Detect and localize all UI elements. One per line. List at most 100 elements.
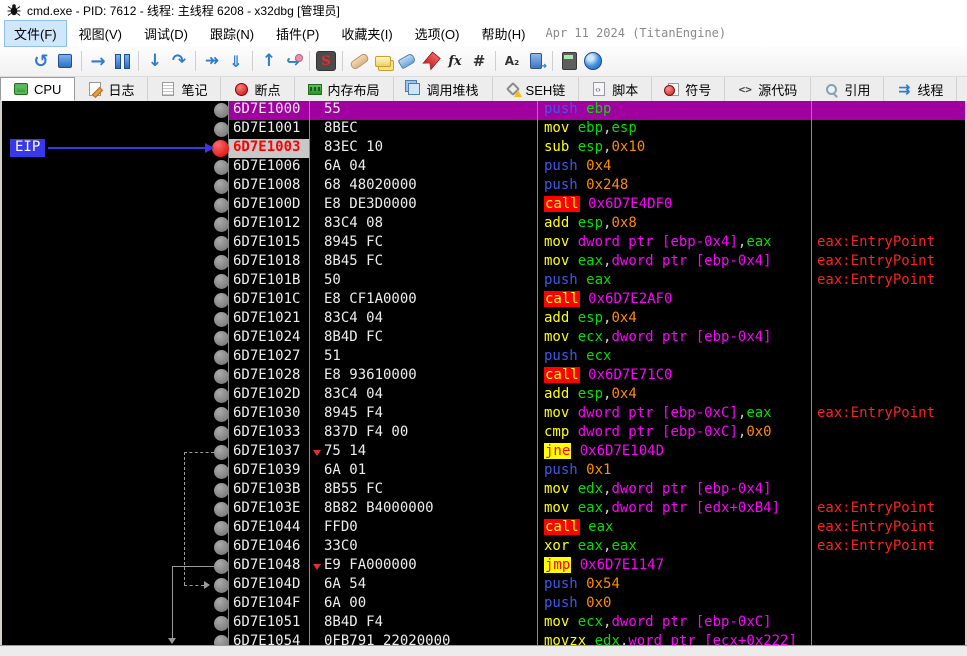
address-cell[interactable]: 6D7E1018 xyxy=(228,253,310,272)
comment-cell[interactable]: eax:EntryPoint xyxy=(812,519,965,538)
bytes-cell[interactable]: 83C4 04 xyxy=(310,310,538,329)
breakpoint-dot[interactable] xyxy=(214,369,229,384)
breakpoint-dot[interactable] xyxy=(214,217,229,232)
tab-seh[interactable]: SEH链 xyxy=(493,77,580,101)
breakpoint-dot[interactable] xyxy=(214,179,229,194)
address-cell[interactable]: 6D7E1006 xyxy=(228,158,310,177)
comment-cell[interactable]: eax:EntryPoint xyxy=(812,538,965,557)
breakpoint-dot[interactable] xyxy=(214,616,229,631)
calculator-button[interactable] xyxy=(557,49,581,73)
tab-breakpoints[interactable]: 断点 xyxy=(221,77,294,101)
comment-cell[interactable] xyxy=(812,139,965,158)
instruction-cell[interactable]: add esp,0x4 xyxy=(538,386,812,405)
bytes-cell[interactable]: 8945 F4 xyxy=(310,405,538,424)
disasm-row[interactable]: 6D7E102751push ecx xyxy=(2,348,965,367)
instruction-cell[interactable]: add esp,0x4 xyxy=(538,310,812,329)
breakpoint-dot[interactable] xyxy=(214,274,229,289)
address-cell[interactable]: 6D7E1008 xyxy=(228,177,310,196)
comment-cell[interactable] xyxy=(812,386,965,405)
comment-cell[interactable] xyxy=(812,310,965,329)
instruction-cell[interactable]: mov eax,dword ptr [ebp-0x4] xyxy=(538,253,812,272)
disasm-row[interactable]: 6D7E102183C4 04add esp,0x4 xyxy=(2,310,965,329)
breakpoint-dot[interactable] xyxy=(214,635,229,645)
comment-cell[interactable] xyxy=(812,120,965,139)
breakpoint-dot[interactable] xyxy=(214,198,229,213)
address-cell[interactable]: 6D7E1039 xyxy=(228,462,310,481)
breakpoint-dot[interactable] xyxy=(214,540,229,555)
instruction-cell[interactable]: mov eax,dword ptr [edx+0xB4] xyxy=(538,500,812,519)
bytes-cell[interactable]: 51 xyxy=(310,348,538,367)
breakpoint-dot[interactable] xyxy=(214,103,229,118)
bytes-cell[interactable]: E9 FA000000 xyxy=(310,557,538,576)
address-cell[interactable]: 6D7E104F xyxy=(228,595,310,614)
calculator-popup-button[interactable] xyxy=(524,49,548,73)
bytes-cell[interactable]: 8945 FC xyxy=(310,234,538,253)
breakpoint-dot[interactable] xyxy=(214,312,229,327)
bytes-cell[interactable]: 8B4D F4 xyxy=(310,614,538,633)
breakpoint-dot[interactable] xyxy=(214,236,229,251)
tab-cpu[interactable]: CPU xyxy=(0,77,75,101)
disasm-row[interactable]: 6D7E100383EC 10sub esp,0x10 xyxy=(2,139,965,158)
instruction-cell[interactable]: push eax xyxy=(538,272,812,291)
breakpoint-dot[interactable] xyxy=(214,597,229,612)
disasm-row[interactable]: 6D7E1044FFD0call eaxeax:EntryPoint xyxy=(2,519,965,538)
comment-cell[interactable] xyxy=(812,424,965,443)
breakpoint-dot[interactable] xyxy=(214,255,229,270)
breakpoint-dot[interactable] xyxy=(214,293,229,308)
instruction-cell[interactable]: mov ebp,esp xyxy=(538,120,812,139)
address-cell[interactable]: 6D7E1037 xyxy=(228,443,310,462)
address-cell[interactable]: 6D7E1001 xyxy=(228,120,310,139)
pause-button[interactable] xyxy=(110,49,134,73)
breakpoint-dot[interactable] xyxy=(214,388,229,403)
address-cell[interactable]: 6D7E1027 xyxy=(228,348,310,367)
bytes-cell[interactable]: 8B55 FC xyxy=(310,481,538,500)
breakpoint-dot[interactable] xyxy=(214,122,229,137)
tab-notes[interactable]: 笔记 xyxy=(148,77,221,101)
bytes-cell[interactable]: E8 DE3D0000 xyxy=(310,196,538,215)
bytes-cell[interactable]: 33C0 xyxy=(310,538,538,557)
menu-help[interactable]: 帮助(H) xyxy=(471,20,535,47)
breakpoint-dot[interactable] xyxy=(214,331,229,346)
function-button[interactable] xyxy=(443,49,467,73)
comment-cell[interactable] xyxy=(812,348,965,367)
disasm-row[interactable]: 6D7E100DE8 DE3D0000call 0x6D7E4DF0 xyxy=(2,196,965,215)
instruction-cell[interactable]: mov dword ptr [ebp-0xC],eax xyxy=(538,405,812,424)
instruction-cell[interactable]: call eax xyxy=(538,519,812,538)
breakpoint-dot[interactable] xyxy=(214,407,229,422)
disasm-row[interactable]: 6D7E100055push ebp xyxy=(2,101,965,120)
tab-memmap[interactable]: 内存布局 xyxy=(295,77,394,101)
comment-cell[interactable] xyxy=(812,367,965,386)
address-cell[interactable]: 6D7E1021 xyxy=(228,310,310,329)
step-over-button[interactable] xyxy=(167,49,191,73)
step-into-button[interactable] xyxy=(143,49,167,73)
assemble-button[interactable] xyxy=(500,49,524,73)
disasm-row[interactable]: 6D7E100868 48020000push 0x248 xyxy=(2,177,965,196)
disasm-row[interactable]: 6D7E103E8B82 B4000000mov eax,dword ptr [… xyxy=(2,500,965,519)
address-cell[interactable]: 6D7E100D xyxy=(228,196,310,215)
tab-log[interactable]: 日志 xyxy=(75,77,148,101)
comment-cell[interactable] xyxy=(812,196,965,215)
address-cell[interactable]: 6D7E1024 xyxy=(228,329,310,348)
address-cell[interactable]: 6D7E1015 xyxy=(228,234,310,253)
disasm-row[interactable]: 6D7E10396A 01push 0x1 xyxy=(2,462,965,481)
address-cell[interactable]: 6D7E1028 xyxy=(228,367,310,386)
breakpoint-dot[interactable] xyxy=(214,483,229,498)
disasm-row[interactable]: 6D7E10188B45 FCmov eax,dword ptr [ebp-0x… xyxy=(2,253,965,272)
instruction-cell[interactable]: add esp,0x8 xyxy=(538,215,812,234)
menu-file[interactable]: 文件(F) xyxy=(4,20,67,47)
instruction-cell[interactable]: push ecx xyxy=(538,348,812,367)
disasm-row[interactable]: 6D7E101283C4 08add esp,0x8 xyxy=(2,215,965,234)
comment-cell[interactable] xyxy=(812,614,965,633)
disasm-row[interactable]: 6D7E104F6A 00push 0x0 xyxy=(2,595,965,614)
disasm-row[interactable]: 6D7E10018BECmov ebp,esp xyxy=(2,120,965,139)
comment-cell[interactable] xyxy=(812,481,965,500)
instruction-cell[interactable]: call 0x6D7E2AF0 xyxy=(538,291,812,310)
bytes-cell[interactable]: 6A 00 xyxy=(310,595,538,614)
bytes-cell[interactable]: 8B4D FC xyxy=(310,329,538,348)
stop-button[interactable] xyxy=(53,49,77,73)
attach-button[interactable] xyxy=(281,49,305,73)
tab-threads[interactable]: 线程 xyxy=(884,77,957,101)
address-cell[interactable]: 6D7E1012 xyxy=(228,215,310,234)
disasm-row[interactable]: 6D7E1048E9 FA000000jmp 0x6D7E1147 xyxy=(2,557,965,576)
bytes-cell[interactable]: 6A 54 xyxy=(310,576,538,595)
